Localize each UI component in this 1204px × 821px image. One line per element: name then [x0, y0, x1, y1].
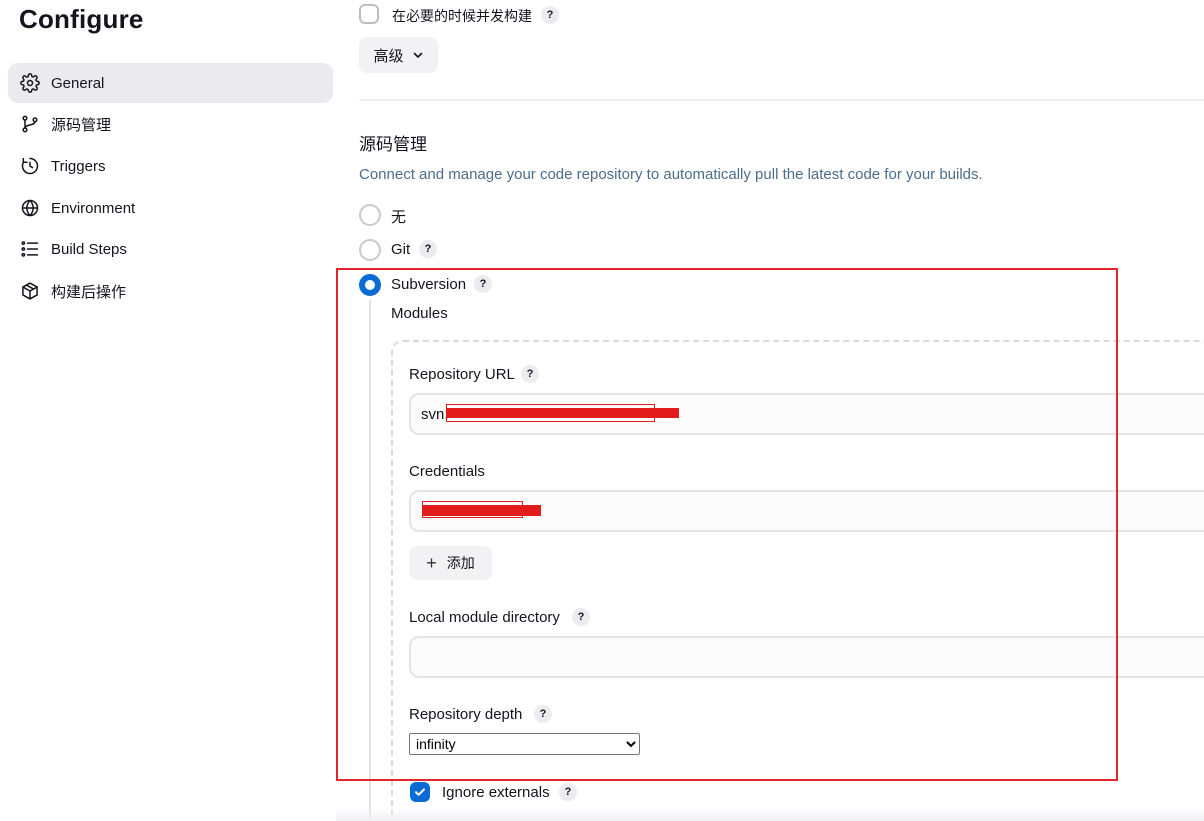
plus-icon: + — [426, 553, 437, 573]
local-module-directory-label: Local module directory — [409, 609, 560, 626]
help-icon[interactable]: ? — [572, 608, 590, 626]
sidebar-item-label: 构建后操作 — [51, 283, 127, 301]
scm-radio-none[interactable] — [359, 204, 381, 226]
repository-url-value: svn: — [421, 405, 449, 423]
globe-icon — [20, 198, 40, 218]
help-icon[interactable]: ? — [419, 240, 437, 258]
scm-radio-subversion[interactable] — [359, 274, 381, 296]
add-credentials-button[interactable]: + 添加 — [409, 546, 492, 580]
redaction-outline — [422, 501, 523, 518]
checkmark-icon — [415, 788, 425, 796]
sidebar-item-general[interactable]: General — [8, 63, 333, 103]
help-icon[interactable]: ? — [534, 705, 552, 723]
chevron-down-icon — [412, 49, 424, 61]
page-title: Configure — [19, 4, 144, 34]
repository-depth-label: Repository depth — [409, 706, 523, 723]
list-icon — [20, 239, 40, 259]
ignore-externals-label: Ignore externals — [442, 784, 550, 801]
concurrent-build-checkbox[interactable] — [359, 4, 379, 24]
gear-icon — [20, 73, 40, 93]
scm-option-none-label: 无 — [391, 209, 407, 226]
configure-page: Configure General 源码管理 Triggers Environm… — [0, 0, 1204, 821]
modules-label: Modules — [391, 305, 448, 322]
credentials-label: Credentials — [409, 463, 485, 480]
sidebar-item-post-build[interactable]: 构建后操作 — [8, 271, 333, 311]
advanced-button-label: 高级 — [373, 47, 404, 65]
sidebar-item-environment[interactable]: Environment — [8, 188, 333, 228]
scm-radio-git[interactable] — [359, 239, 381, 261]
help-icon[interactable]: ? — [541, 6, 559, 24]
subversion-indent-line — [369, 300, 371, 821]
help-icon[interactable]: ? — [521, 365, 539, 383]
repository-depth-select[interactable]: infinity — [409, 733, 640, 755]
redaction-outline — [446, 404, 655, 422]
package-icon — [20, 281, 40, 301]
scm-option-git-label: Git — [391, 241, 411, 258]
section-divider — [359, 99, 1204, 101]
local-module-directory-input[interactable] — [409, 636, 1204, 678]
help-icon[interactable]: ? — [559, 783, 577, 801]
concurrent-build-label: 在必要的时候并发构建 — [392, 8, 532, 24]
sidebar-item-label: General — [51, 74, 105, 92]
sidebar-item-scm[interactable]: 源码管理 — [8, 104, 333, 144]
clock-icon — [20, 156, 40, 176]
sidebar-item-label: Triggers — [51, 157, 106, 175]
scm-section-description: Connect and manage your code repository … — [359, 166, 983, 183]
sidebar-item-label: Environment — [51, 199, 136, 217]
sidebar-item-build-steps[interactable]: Build Steps — [8, 229, 333, 269]
add-button-label: 添加 — [446, 555, 475, 571]
scm-option-subversion-label: Subversion — [391, 276, 467, 293]
help-icon[interactable]: ? — [474, 275, 492, 293]
ignore-externals-checkbox[interactable] — [410, 782, 430, 802]
repository-url-label: Repository URL — [409, 366, 515, 383]
bottom-fade — [336, 808, 1204, 821]
advanced-button[interactable]: 高级 — [359, 37, 438, 73]
branch-icon — [20, 114, 40, 134]
sidebar-item-triggers[interactable]: Triggers — [8, 146, 333, 186]
sidebar-item-label: Build Steps — [51, 240, 127, 258]
scm-section-title: 源码管理 — [359, 135, 427, 154]
sidebar-item-label: 源码管理 — [51, 116, 112, 134]
